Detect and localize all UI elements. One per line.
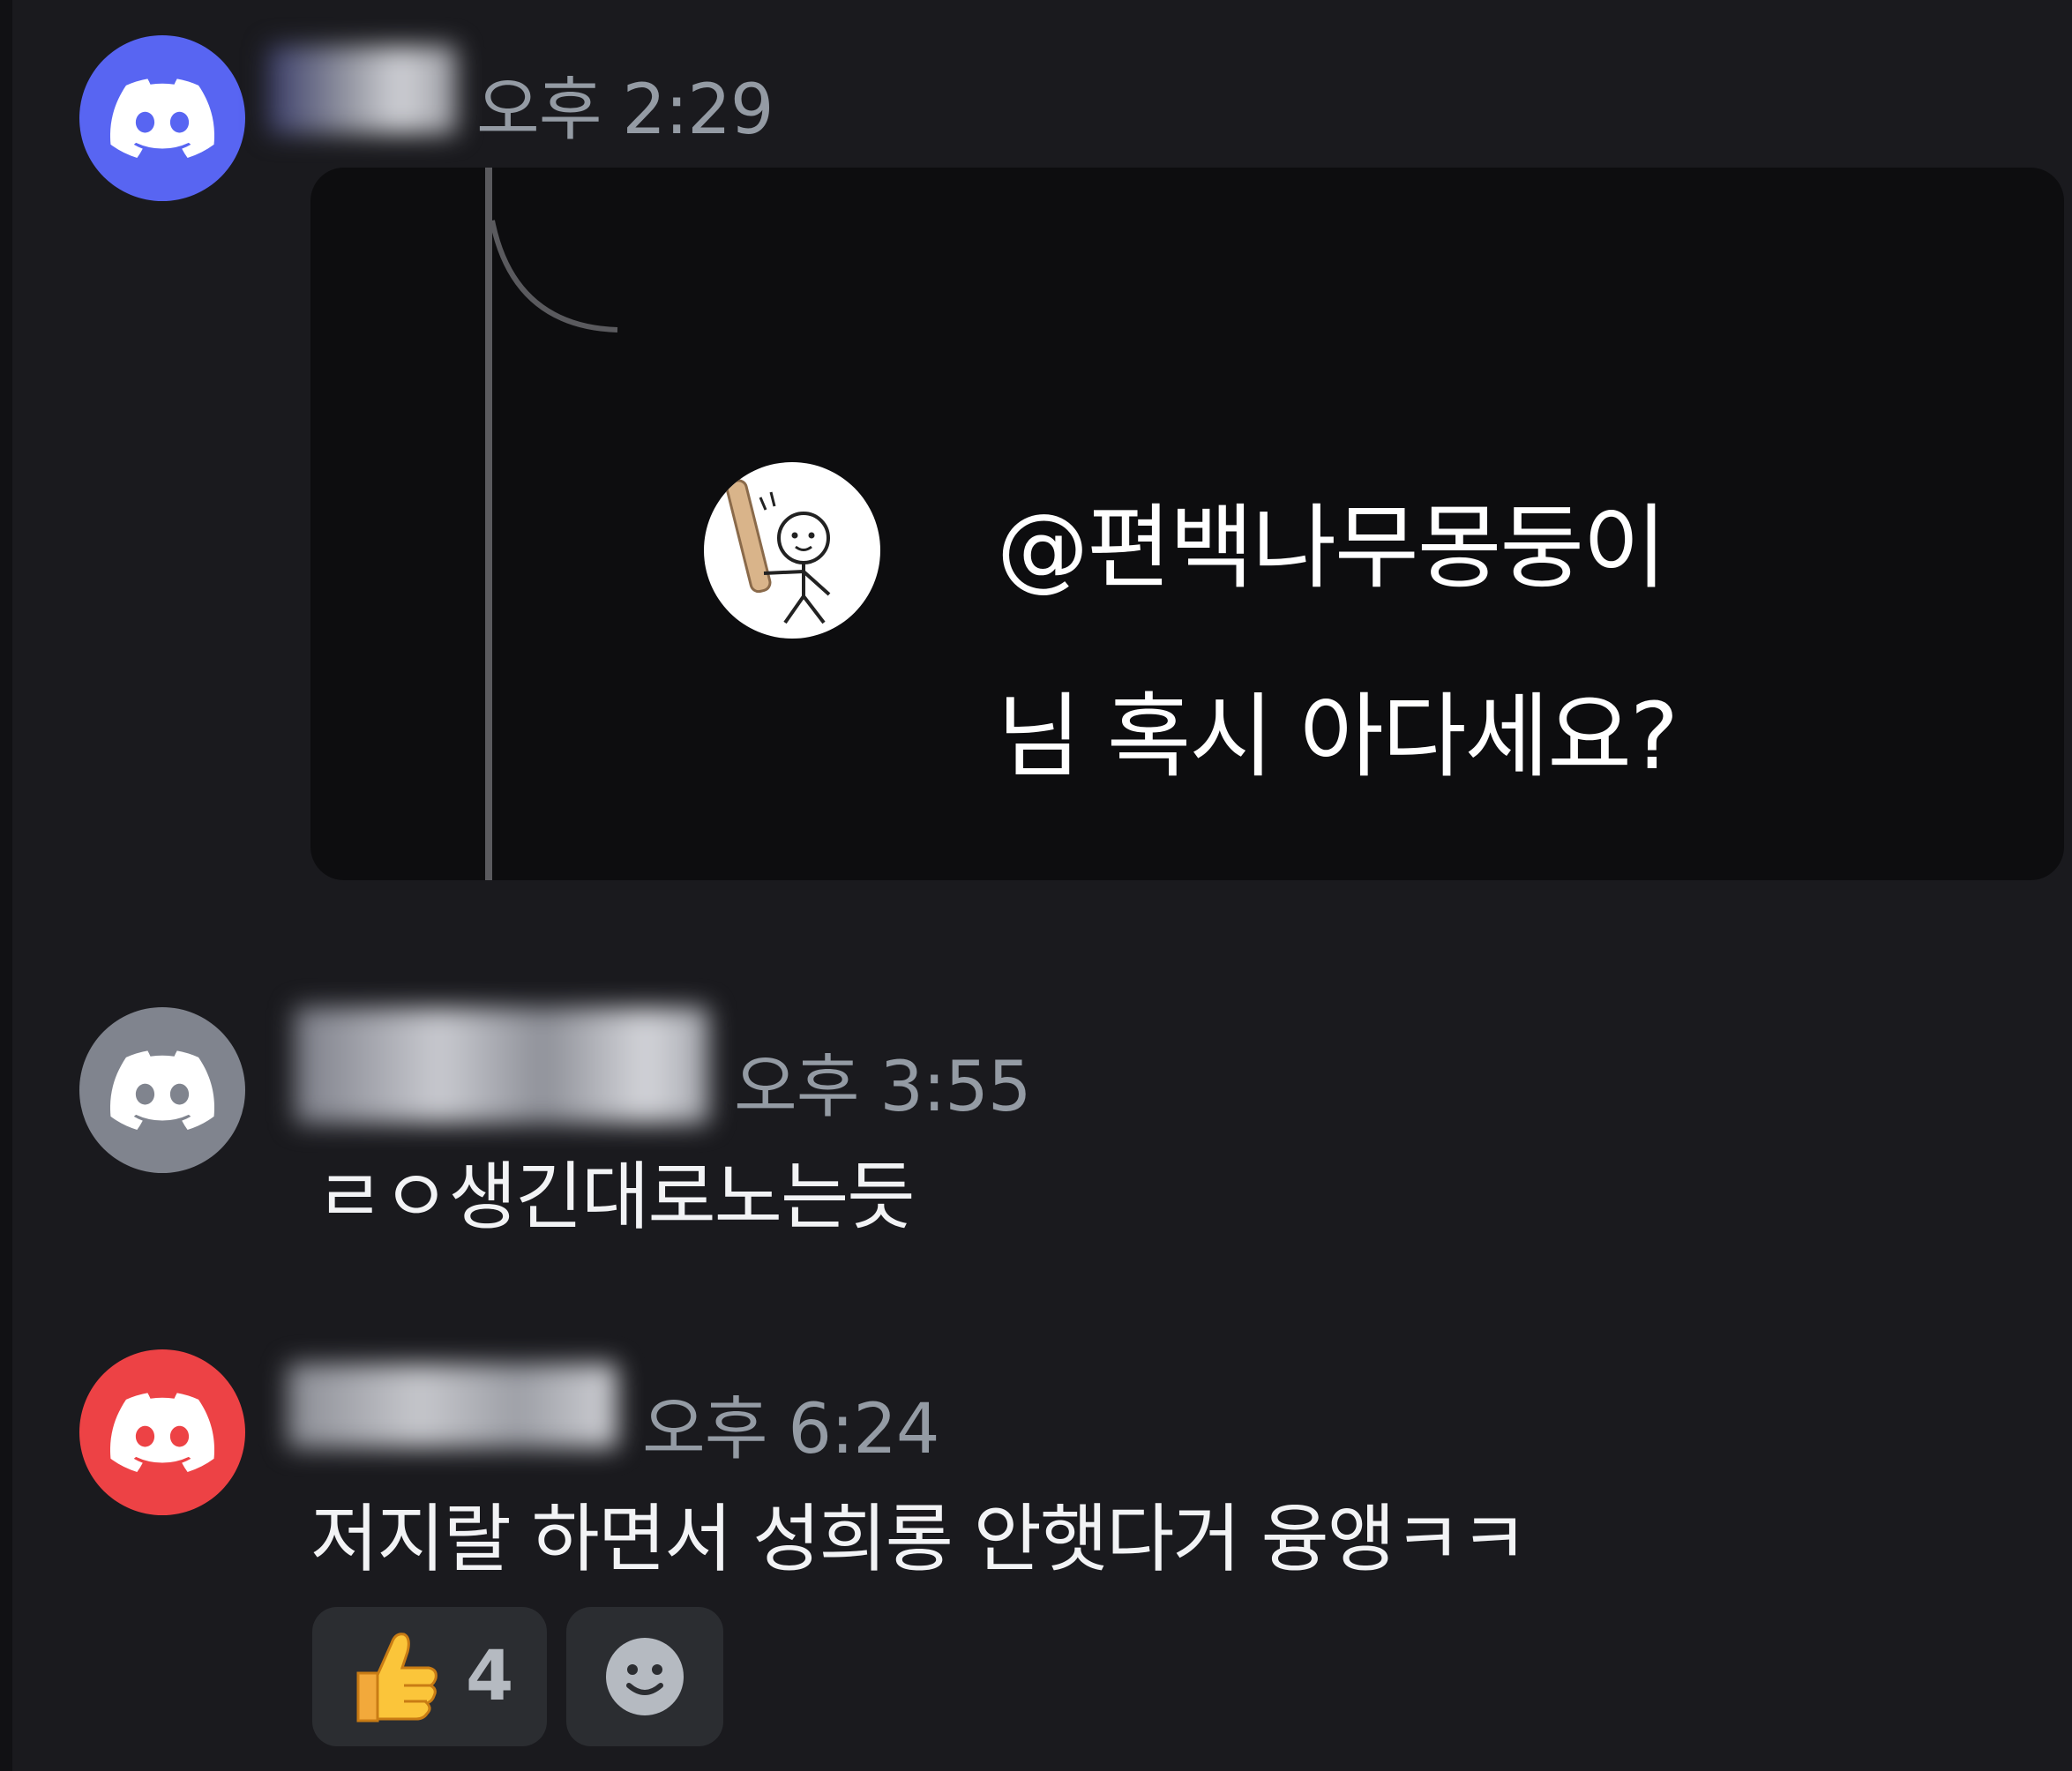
discord-logo-icon [110, 1393, 214, 1472]
avatar[interactable] [79, 35, 245, 201]
add-reaction-smiley-icon [606, 1638, 684, 1715]
curve-line-graphic [490, 220, 618, 333]
message-timestamp: 오후 2:29 [476, 71, 774, 150]
message-timestamp: 오후 6:24 [642, 1390, 939, 1469]
message-content: 저지랄 하면서 성희롱 안햇다거 융앵ㅋㅋ [310, 1496, 1529, 1582]
attachment-mention-text: @편백나무몽둥이 [997, 494, 1667, 602]
avatar[interactable] [79, 1349, 245, 1515]
discord-logo-icon [110, 1050, 214, 1130]
image-attachment[interactable]: @편백나무몽둥이 님 혹시 아다세요? [310, 168, 2064, 880]
discord-logo-icon [110, 78, 214, 158]
avatar[interactable] [79, 1007, 245, 1173]
reaction-count: 4 [466, 1637, 514, 1716]
username-blurred[interactable] [295, 1007, 709, 1124]
attachment-question-text: 님 혹시 아다세요? [997, 683, 1679, 790]
message-content: ㄹㅇ생긴대로노는듯 [316, 1154, 916, 1240]
thumbs-up-icon [346, 1627, 441, 1726]
message-timestamp: 오후 3:55 [734, 1048, 1031, 1127]
left-edge-strip [0, 0, 12, 1771]
stick-figure-avatar [704, 462, 880, 639]
username-blurred[interactable] [268, 46, 457, 134]
add-reaction-button[interactable] [566, 1607, 723, 1746]
stick-figure-with-bat-icon [725, 479, 831, 624]
username-blurred[interactable] [288, 1364, 617, 1448]
reaction-thumbs-up[interactable]: 4 [312, 1607, 547, 1746]
